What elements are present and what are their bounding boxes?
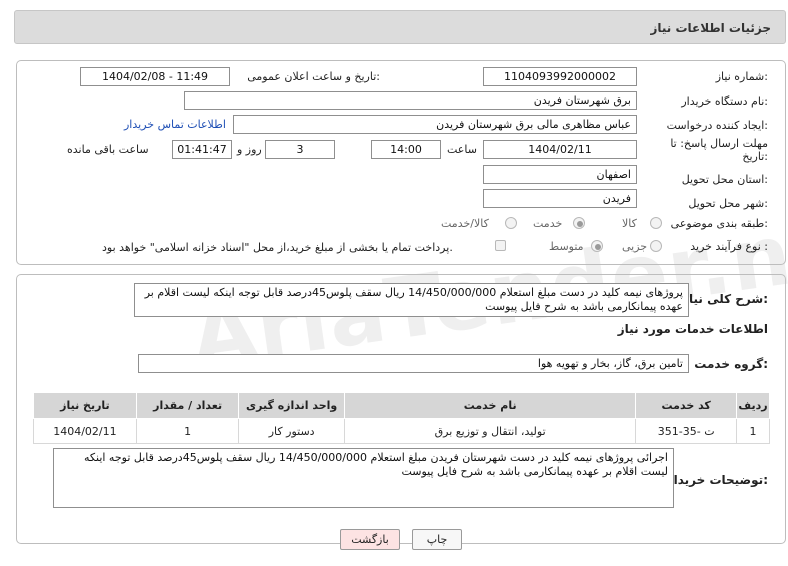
category-service-radio[interactable]	[573, 217, 585, 229]
province-label: استان محل تحویل:	[681, 173, 768, 186]
col-unit-header: واحد اندازه گیری	[238, 392, 345, 419]
days-remaining-field[interactable]: 3	[265, 140, 335, 159]
city-label: شهر محل تحویل:	[688, 197, 768, 210]
col-name-header: نام خدمت	[343, 392, 637, 419]
process-medium-label: متوسط	[549, 240, 584, 253]
buyer-notes-textarea[interactable]: اجرائی پروژهای نیمه کلید در دست شهرستان …	[53, 448, 674, 508]
deadline-time-field[interactable]: 14:00	[371, 140, 441, 159]
summary-textarea[interactable]: پروژهای نیمه کلید در دست مبلغ استعلام 14…	[134, 283, 689, 317]
buyer-contact-link[interactable]: اطلاعات تماس خریدار	[124, 118, 226, 131]
category-goods-label: کالا	[622, 217, 637, 230]
service-group-field[interactable]: تامین برق، گاز، بخار و تهویه هوا	[138, 354, 689, 373]
cell-unit: دستور کار	[238, 418, 345, 444]
col-row-header: ردیف	[736, 392, 770, 419]
page-header: جزئیات اطلاعات نیاز	[14, 10, 786, 44]
days-label: روز و	[237, 143, 262, 156]
process-minor-radio[interactable]	[650, 240, 662, 252]
deadline-time-label: ساعت	[447, 143, 477, 156]
cell-date: 1404/02/11	[33, 418, 137, 444]
services-section-title: اطلاعات خدمات مورد نیاز	[617, 322, 768, 336]
deadline-date-field[interactable]: 1404/02/11	[483, 140, 637, 159]
city-field[interactable]: فریدن	[483, 189, 637, 208]
back-button[interactable]: بازگشت	[340, 529, 400, 550]
announce-datetime-field[interactable]: 1404/02/08 - 11:49	[80, 67, 230, 86]
buyer-org-field[interactable]: برق شهرستان فریدن	[184, 91, 637, 110]
table-row[interactable]: 1 ت -35-351 تولید، انتقال و توزیع برق دس…	[33, 418, 770, 444]
buyer-org-label: نام دستگاه خریدار:	[681, 95, 768, 108]
cell-code: ت -35-351	[635, 418, 738, 444]
col-date-header: تاریخ نیاز	[33, 392, 137, 419]
buyer-notes-label: توضیحات خریدار:	[666, 473, 768, 487]
cell-name: تولید، انتقال و توزیع برق	[343, 418, 637, 444]
creator-label: ایجاد کننده درخواست:	[666, 119, 768, 132]
summary-label: شرح کلی نیاز:	[682, 292, 768, 306]
service-group-label: گروه خدمت:	[694, 357, 768, 371]
remaining-time-label: ساعت باقی مانده	[67, 143, 149, 156]
process-medium-radio[interactable]	[591, 240, 603, 252]
col-qty-header: تعداد / مقدار	[135, 392, 240, 419]
services-table: ردیف کد خدمت نام خدمت واحد اندازه گیری ت…	[33, 392, 770, 444]
need-number-field[interactable]: 1104093992000002	[483, 67, 637, 86]
category-service-label: خدمت	[533, 217, 563, 230]
category-goods-service-radio[interactable]	[505, 217, 517, 229]
remaining-time-field[interactable]: 01:41:47	[172, 140, 232, 159]
category-goods-radio[interactable]	[650, 217, 662, 229]
need-number-label: شماره نیاز:	[715, 70, 768, 83]
deadline-label: مهلت ارسال پاسخ: تا تاریخ:	[670, 137, 768, 163]
cell-row: 1	[736, 418, 770, 444]
creator-field[interactable]: عباس مظاهری مالی برق شهرستان فریدن	[233, 115, 637, 134]
process-minor-label: جزیی	[622, 240, 648, 253]
treasury-payment-note: پرداخت تمام یا بخشی از مبلغ خرید،از محل …	[102, 241, 453, 254]
category-goods-service-label: کالا/خدمت	[441, 217, 489, 230]
print-button[interactable]: چاپ	[412, 529, 462, 550]
treasury-payment-checkbox[interactable]	[495, 240, 506, 251]
col-code-header: کد خدمت	[635, 392, 738, 419]
services-table-header: ردیف کد خدمت نام خدمت واحد اندازه گیری ت…	[33, 392, 770, 419]
page-title: جزئیات اطلاعات نیاز	[650, 21, 771, 35]
announce-datetime-label: تاریخ و ساعت اعلان عمومی:	[247, 70, 380, 83]
category-label: طبقه بندی موضوعی:	[670, 217, 768, 230]
cell-qty: 1	[135, 418, 240, 444]
process-type-label: نوع فرآیند خرید :	[690, 240, 768, 253]
province-field[interactable]: اصفهان	[483, 165, 637, 184]
